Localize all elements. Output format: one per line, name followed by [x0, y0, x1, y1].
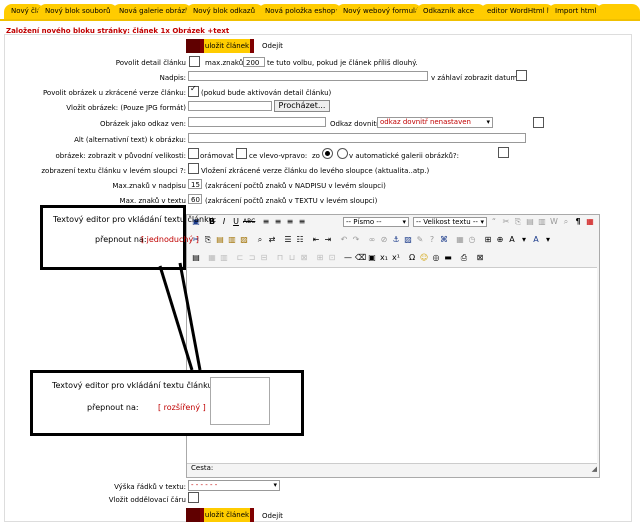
- save-label: uložit článek: [204, 508, 250, 522]
- save-button-bottom[interactable]: uložit článek: [186, 508, 254, 522]
- divider-label: Vložit oddělovací čáru: [108, 496, 186, 504]
- callout-extended-editor: Textový editor pro vkládání textu článku…: [30, 370, 304, 436]
- callout-bottom-label: Textový editor pro vkládání textu článku…: [52, 381, 216, 390]
- callout-connector: [158, 262, 202, 371]
- row-height-label: Výška řádků v textu:: [114, 483, 186, 491]
- switch-label-bottom: přepnout na:: [87, 403, 139, 412]
- editor-preview-box: [210, 377, 270, 425]
- row-height-value: - - - - - -: [191, 481, 218, 489]
- divider-checkbox[interactable]: [188, 492, 199, 503]
- chevron-down-icon: ▾: [273, 481, 277, 489]
- switch-extended-link[interactable]: [ rozšířený ]: [158, 403, 206, 412]
- row-height-select[interactable]: - - - - - - ▾: [188, 480, 280, 491]
- leave-link-bottom[interactable]: Odejít: [262, 512, 283, 520]
